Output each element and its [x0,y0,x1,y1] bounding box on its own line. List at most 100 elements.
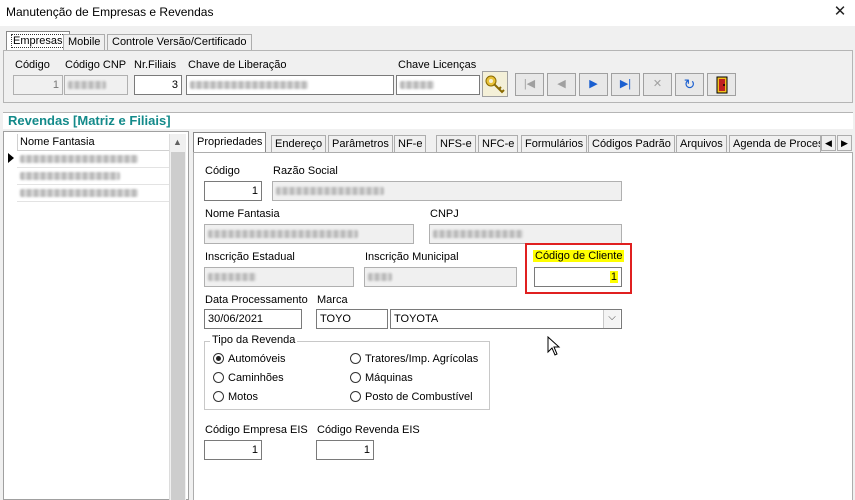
nr-filiais-field[interactable]: 3 [134,75,182,95]
tab-nfe[interactable]: NF-e [394,135,427,153]
inscricao-municipal-field[interactable] [364,267,517,287]
codigo-revenda-eis-field[interactable]: 1 [316,440,374,460]
tab-propriedades[interactable]: Propriedades [193,132,267,153]
marca-select[interactable]: TOYOTA [390,309,622,329]
redacted-value [20,172,120,181]
radio-caminhoes[interactable]: Caminhões [213,372,284,384]
chave-licencas-field[interactable] [396,75,480,95]
codigo-field[interactable]: 1 [13,75,63,95]
tab-parametros[interactable]: Parâmetros [328,135,393,153]
mouse-cursor-icon [547,335,561,359]
radio-icon [350,391,361,402]
table-row[interactable] [17,168,169,185]
tipo-revenda-label: Tipo da Revenda [210,334,298,346]
tab-arquivos[interactable]: Arquivos [676,135,727,153]
table-row[interactable] [17,185,169,202]
redacted-value [368,273,392,282]
codigo-field[interactable]: 1 [204,181,262,201]
nr-filiais-label: Nr.Filiais [134,59,177,71]
codigo-label: Código [205,165,240,177]
redacted-value [190,81,308,90]
radio-label: Motos [228,391,258,403]
inscricao-estadual-label: Inscrição Estadual [205,251,295,263]
chave-licencas-label: Chave Licenças [398,59,477,71]
nome-fantasia-field[interactable] [204,224,414,244]
tab-empresas[interactable]: Empresas [6,31,70,51]
redacted-value [400,81,434,90]
cnpj-label: CNPJ [430,208,459,220]
last-record-button[interactable]: ▶| [611,73,640,96]
tab-empresas-label: Empresas [11,34,65,48]
tab-nfse[interactable]: NFS-e [436,135,476,153]
codigo-empresa-eis-field[interactable]: 1 [204,440,262,460]
tab-codigos-padrao[interactable]: Códigos Padrão [588,135,675,153]
tab-nfce[interactable]: NFC-e [478,135,519,153]
radio-selected-icon [213,353,224,364]
scroll-up-icon[interactable]: ▲ [169,134,186,151]
window-title: Manutenção de Empresas e Revendas [6,5,214,19]
radio-icon [350,353,361,364]
redacted-value [276,187,384,196]
tab-scroll-left-icon[interactable]: ◀ [821,135,836,151]
scrollbar-thumb[interactable] [171,152,185,500]
exit-door-icon [716,76,727,94]
marca-label: Marca [317,294,348,306]
codigo-cliente-value: 1 [609,271,618,283]
radio-posto-combustivel[interactable]: Posto de Combustível [350,391,473,403]
razao-social-label: Razão Social [273,165,338,177]
radio-label: Caminhões [228,372,284,384]
redacted-value [433,230,523,239]
radio-label: Posto de Combustível [365,391,473,403]
close-button[interactable]: ✕ [826,1,854,25]
section-title: Revendas [Matriz e Filiais] [8,113,171,128]
tab-endereco[interactable]: Endereço [271,135,327,153]
radio-motos[interactable]: Motos [213,391,258,403]
tab-controle-versao[interactable]: Controle Versão/Certificado [107,34,252,51]
radio-icon [213,391,224,402]
key-icon [485,75,505,94]
chave-liberacao-field[interactable] [186,75,394,95]
tab-formularios[interactable]: Formulários [521,135,588,153]
redacted-value [208,273,256,282]
chevron-down-icon[interactable]: ⌵ [603,310,620,328]
radio-maquinas[interactable]: Máquinas [350,372,413,384]
cnpj-field[interactable] [429,224,622,244]
radio-tratores[interactable]: Tratores/Imp. Agrícolas [350,353,478,365]
tab-mobile[interactable]: Mobile [63,34,106,51]
codigo-cliente-label: Código de Cliente [533,250,625,262]
codigo-label: Código [15,59,50,71]
table-row[interactable] [17,151,169,168]
prior-record-button[interactable]: ◀ [547,73,576,96]
marca-code-field[interactable]: TOYO [316,309,388,329]
tab-scroll-right-icon[interactable]: ▶ [837,135,852,151]
redacted-value [208,230,358,239]
data-processamento-field[interactable]: 30/06/2021 [204,309,302,329]
grid-header-nome-fantasia[interactable]: Nome Fantasia [17,134,169,151]
tab-agenda-processos[interactable]: Agenda de Proces [729,135,821,153]
inscricao-estadual-field[interactable] [204,267,354,287]
first-record-button[interactable]: |◀ [515,73,544,96]
radio-icon [350,372,361,383]
redacted-value [20,189,138,198]
redacted-value [68,81,106,90]
refresh-button[interactable]: ↻ [675,73,704,96]
current-row-indicator-icon [8,153,14,163]
codigo-cnp-label: Código CNP [65,59,127,71]
chave-liberacao-label: Chave de Liberação [188,59,287,71]
key-button[interactable] [482,71,508,97]
codigo-revenda-eis-label: Código Revenda EIS [317,424,420,436]
razao-social-field[interactable] [272,181,622,201]
radio-icon [213,372,224,383]
cancel-button[interactable]: ✕ [643,73,672,96]
codigo-empresa-eis-label: Código Empresa EIS [205,424,308,436]
radio-label: Automóveis [228,353,286,365]
exit-button[interactable] [707,73,736,96]
codigo-cnp-field[interactable] [64,75,128,95]
codigo-cliente-field[interactable]: 1 [534,267,622,287]
inscricao-municipal-label: Inscrição Municipal [365,251,459,263]
next-record-button[interactable]: ▶ [579,73,608,96]
radio-label: Máquinas [365,372,413,384]
redacted-value [20,155,138,164]
data-processamento-label: Data Processamento [205,294,308,306]
radio-automoveis[interactable]: Automóveis [213,353,285,365]
